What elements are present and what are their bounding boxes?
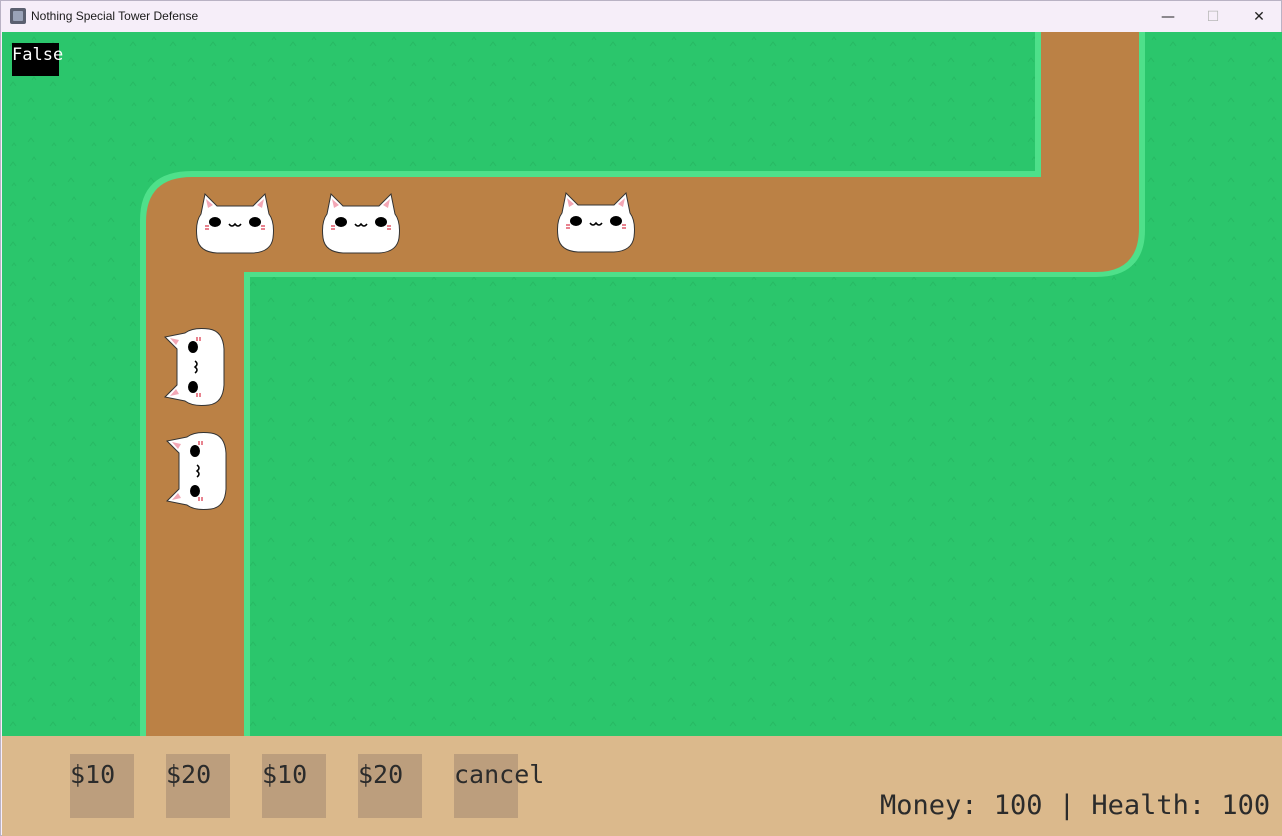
game-map[interactable] xyxy=(2,32,1282,736)
enemy-cat[interactable] xyxy=(554,191,638,257)
enemy-cat[interactable] xyxy=(193,192,277,258)
buy-tower-button[interactable]: $10 xyxy=(262,754,326,818)
game-window: Nothing Special Tower Defense — ☐ ✕ Fals… xyxy=(0,0,1282,836)
money-health-status: Money: 100 | Health: 100 xyxy=(880,790,1271,821)
app-icon xyxy=(10,8,26,24)
buy-tower-button[interactable]: $20 xyxy=(358,754,422,818)
window-title: Nothing Special Tower Defense xyxy=(31,9,199,23)
shop-bar: $10 $20 $10 $20 cancel Money: 100 | Heal… xyxy=(2,736,1282,836)
enemy-cat[interactable] xyxy=(319,192,403,258)
title-bar[interactable]: Nothing Special Tower Defense — ☐ ✕ xyxy=(1,1,1281,32)
minimize-button[interactable]: — xyxy=(1145,1,1191,32)
cancel-button[interactable]: cancel xyxy=(454,754,544,818)
debug-flag-label: False xyxy=(12,43,63,76)
buy-tower-button[interactable]: $10 xyxy=(70,754,134,818)
buy-tower-button[interactable]: $20 xyxy=(166,754,230,818)
enemy-cat[interactable] xyxy=(164,429,232,513)
close-button[interactable]: ✕ xyxy=(1236,1,1282,32)
maximize-button[interactable]: ☐ xyxy=(1190,1,1236,32)
enemy-cat[interactable] xyxy=(162,325,230,409)
